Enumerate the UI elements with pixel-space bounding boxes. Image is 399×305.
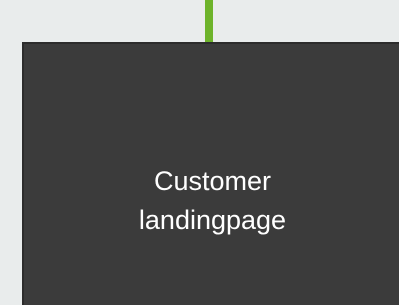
customer-landingpage-node: Customer landingpage xyxy=(22,42,399,305)
node-label-line2: landingpage xyxy=(138,205,287,235)
node-label-line1: Customer xyxy=(153,166,272,196)
node-label: Customer landingpage xyxy=(24,162,399,240)
